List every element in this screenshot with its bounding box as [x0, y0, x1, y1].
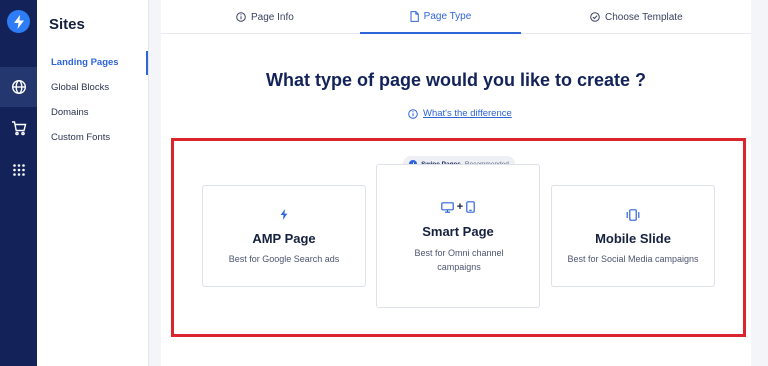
card-description: Best for Omni channel campaigns [414, 248, 504, 272]
sites-globe-icon[interactable] [0, 67, 37, 107]
card-description: Best for Google Search ads [228, 254, 340, 264]
tab-choose-template[interactable]: Choose Template [590, 0, 683, 34]
apps-grid-icon[interactable] [0, 150, 37, 190]
mobile-slide-icon [552, 209, 714, 221]
desktop-plus-mobile-icon: + [377, 201, 539, 213]
sites-sidebar: Sites Landing Pages Global Blocks Domain… [37, 0, 149, 366]
lightning-icon [203, 209, 365, 220]
check-circle-icon [590, 12, 600, 22]
card-title: AMP Page [252, 231, 316, 246]
amp-page-card[interactable]: AMP Page Best for Google Search ads [202, 185, 366, 287]
difference-link-label: What's the difference [423, 108, 512, 119]
sidebar-item-global-blocks[interactable]: Global Blocks [37, 76, 148, 100]
tab-page-info-label: Page Info [251, 11, 294, 23]
tab-choose-template-label: Choose Template [605, 11, 683, 23]
sidebar-item-custom-fonts[interactable]: Custom Fonts [37, 126, 148, 150]
main-panel: Page Info Page Type Choose Template What… [161, 0, 751, 366]
card-description: Best for Social Media campaigns [567, 254, 699, 264]
tab-page-type-label: Page Type [423, 10, 472, 22]
cart-icon[interactable] [0, 108, 37, 148]
page-heading: What type of page would you like to crea… [265, 70, 647, 90]
card-title: Smart Page [422, 224, 494, 239]
card-title: Mobile Slide [595, 231, 671, 246]
document-icon [410, 10, 419, 22]
icon-rail [0, 0, 37, 366]
sidebar-item-landing-pages[interactable]: Landing Pages [37, 51, 148, 75]
tab-page-type[interactable]: Page Type [360, 0, 521, 34]
tab-page-info[interactable]: Page Info [236, 0, 294, 34]
mobile-slide-card[interactable]: Mobile Slide Best for Social Media campa… [551, 185, 715, 287]
plus-sign: + [456, 201, 464, 213]
info-icon [408, 108, 418, 119]
whats-the-difference-link[interactable]: What's the difference [408, 108, 512, 119]
step-tabs: Page Info Page Type Choose Template [161, 0, 751, 34]
smart-page-card[interactable]: + Smart Page Best for Omni channel campa… [376, 164, 540, 308]
app-logo-icon[interactable] [7, 10, 30, 33]
info-icon [236, 12, 246, 22]
sidebar-title: Sites [49, 16, 85, 33]
sidebar-item-domains[interactable]: Domains [37, 101, 148, 125]
